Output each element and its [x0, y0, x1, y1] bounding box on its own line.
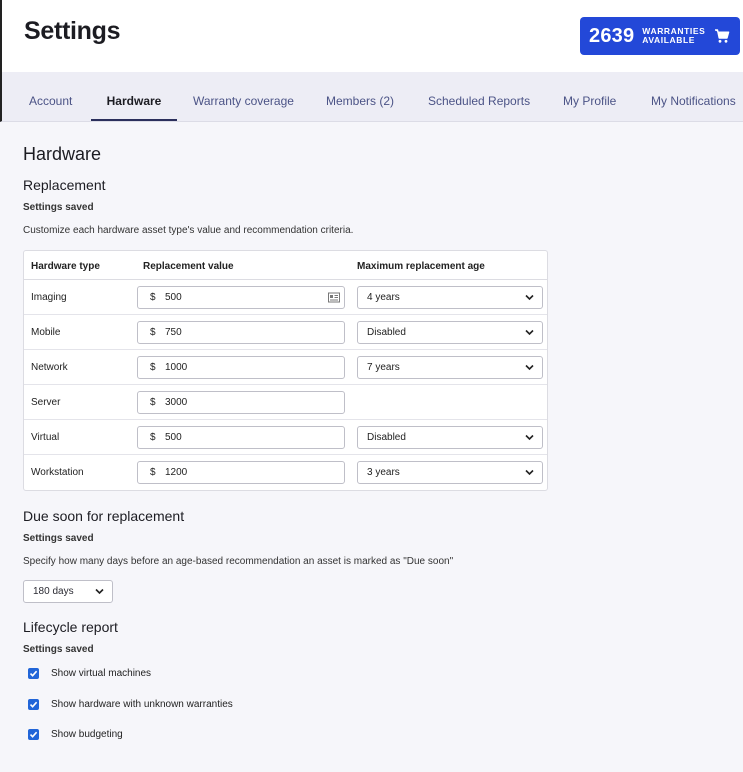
replacement-status: Settings saved [23, 202, 94, 213]
section-heading: Hardware [23, 144, 102, 164]
hardware-type-label: Network [31, 362, 68, 373]
hardware-type-label: Server [31, 397, 61, 408]
option-show-unknown-warranties: Show hardware with unknown warranties [28, 697, 233, 711]
show-budgeting-checkbox[interactable] [28, 728, 39, 740]
replacement-value: 500 [165, 432, 182, 443]
chevron-down-icon [525, 469, 534, 476]
currency-symbol: $ [150, 362, 156, 373]
tab-hardware[interactable]: Hardware [91, 72, 177, 121]
replacement-value-input[interactable]: $ 750 [137, 321, 345, 344]
max-age-select[interactable]: Disabled [357, 426, 543, 449]
page-title: Settings [24, 17, 121, 45]
due-soon-days-select[interactable]: 180 days [23, 580, 113, 603]
checkbox-label: Show virtual machines [51, 667, 152, 679]
contact-card-icon [328, 292, 340, 303]
replacement-table: Hardware type Replacement value Maximum … [23, 250, 548, 491]
top-header: Settings 2639 WARRANTIES AVAILABLE [0, 0, 743, 72]
hardware-type-label: Virtual [31, 432, 60, 443]
checkbox-label: Show hardware with unknown warranties [51, 698, 233, 710]
hardware-type-label: Imaging [31, 292, 67, 303]
tab-scheduled-reports[interactable]: Scheduled Reports [428, 72, 530, 121]
show-virtual-machines-checkbox[interactable] [28, 667, 39, 679]
lifecycle-title: Lifecycle report [23, 619, 118, 635]
tab-warranty-coverage[interactable]: Warranty coverage [193, 72, 294, 121]
replacement-value: 1200 [165, 467, 188, 478]
hardware-type-label: Workstation [31, 467, 84, 478]
tab-members[interactable]: Members (2) [326, 72, 394, 121]
chevron-down-icon [525, 364, 534, 371]
table-row: Server $ 3000 [24, 385, 547, 420]
table-header: Hardware type Replacement value Maximum … [24, 251, 547, 280]
replacement-value-input[interactable]: $ 1200 [137, 461, 345, 484]
tab-my-notifications[interactable]: My Notifications [651, 72, 736, 121]
hardware-type-label: Mobile [31, 327, 61, 338]
max-age-select[interactable]: Disabled [357, 321, 543, 344]
checkmark-icon [29, 731, 38, 738]
replacement-value-input[interactable]: $ 1000 [137, 356, 345, 379]
max-age-select[interactable]: 4 years [357, 286, 543, 309]
show-unknown-warranties-checkbox[interactable] [28, 698, 39, 710]
warranties-label-line2: AVAILABLE [642, 35, 696, 45]
table-row: Workstation $ 1200 3 years [24, 455, 547, 490]
currency-symbol: $ [150, 467, 156, 478]
currency-symbol: $ [150, 397, 156, 408]
table-row: Mobile $ 750 Disabled [24, 315, 547, 350]
max-age-select[interactable]: 7 years [357, 356, 543, 379]
due-soon-description: Specify how many days before an age-base… [23, 556, 454, 567]
max-age-value: 7 years [367, 362, 400, 373]
replacement-title: Replacement [23, 177, 106, 193]
table-row: Imaging $ 500 4 years [24, 280, 547, 315]
checkmark-icon [29, 670, 38, 677]
tab-my-profile[interactable]: My Profile [563, 72, 616, 121]
max-age-value: 4 years [367, 292, 400, 303]
replacement-value-input[interactable]: $ 3000 [137, 391, 345, 414]
replacement-value: 750 [165, 327, 182, 338]
checkbox-label: Show budgeting [51, 728, 123, 740]
max-age-value: 3 years [367, 467, 400, 478]
chevron-down-icon [525, 294, 534, 301]
replacement-description: Customize each hardware asset type's val… [23, 225, 354, 236]
warranties-available-button[interactable]: 2639 WARRANTIES AVAILABLE [580, 17, 740, 55]
option-show-virtual-machines: Show virtual machines [28, 666, 151, 680]
checkmark-icon [29, 701, 38, 708]
column-max-replacement-age: Maximum replacement age [357, 261, 485, 272]
max-age-value: Disabled [367, 432, 406, 443]
lifecycle-status: Settings saved [23, 644, 94, 655]
table-row: Virtual $ 500 Disabled [24, 420, 547, 455]
warranties-label: WARRANTIES AVAILABLE [642, 27, 705, 45]
cart-icon [715, 29, 730, 43]
due-soon-title: Due soon for replacement [23, 508, 185, 524]
column-hardware-type: Hardware type [31, 261, 100, 272]
due-soon-status: Settings saved [23, 533, 94, 544]
chevron-down-icon [525, 434, 534, 441]
replacement-value-input[interactable]: $ 500 [137, 286, 345, 309]
replacement-value: 1000 [165, 362, 188, 373]
due-soon-days-value: 180 days [33, 586, 74, 597]
chevron-down-icon [525, 329, 534, 336]
tab-account[interactable]: Account [29, 72, 72, 121]
table-row: Network $ 1000 7 years [24, 350, 547, 385]
chevron-down-icon [95, 588, 104, 595]
replacement-value-input[interactable]: $ 500 [137, 426, 345, 449]
settings-tabs: Account Hardware Warranty coverage Membe… [0, 72, 743, 122]
column-replacement-value: Replacement value [143, 261, 234, 272]
replacement-value: 500 [165, 292, 182, 303]
currency-symbol: $ [150, 432, 156, 443]
max-age-select[interactable]: 3 years [357, 461, 543, 484]
max-age-value: Disabled [367, 327, 406, 338]
replacement-value: 3000 [165, 397, 188, 408]
option-show-budgeting: Show budgeting [28, 727, 123, 741]
currency-symbol: $ [150, 327, 156, 338]
warranties-count: 2639 [589, 24, 635, 47]
currency-symbol: $ [150, 292, 156, 303]
